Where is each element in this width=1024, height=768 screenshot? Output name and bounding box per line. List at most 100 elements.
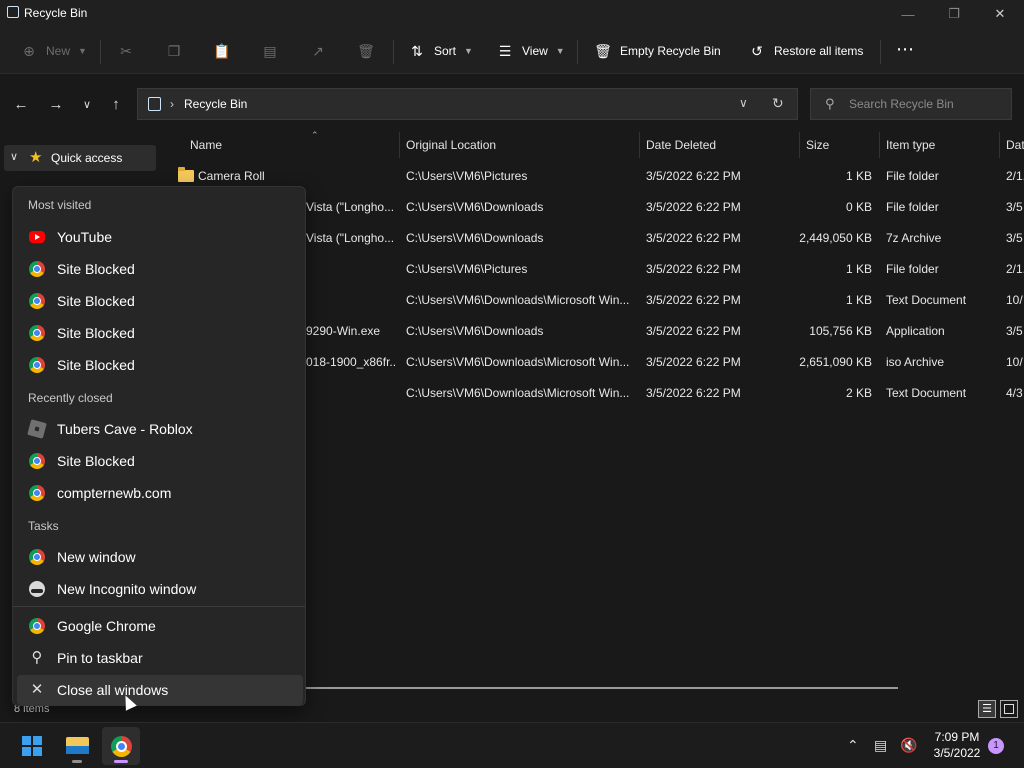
chevron-down-icon[interactable]: ∨ — [10, 150, 18, 163]
tiles-view-button[interactable] — [1000, 700, 1018, 718]
jumplist-pin-to-taskbar[interactable]: ⚲ Pin to taskbar — [17, 643, 303, 673]
recent-locations-button[interactable]: ∨ — [77, 94, 97, 114]
paste-button[interactable]: 📋 — [213, 40, 231, 62]
cut-button[interactable]: ✂ — [117, 40, 135, 62]
chrome-icon — [111, 736, 132, 757]
column-header-item-type[interactable]: Item type — [880, 132, 1000, 158]
share-icon: ↗ — [312, 42, 324, 59]
close-icon: ✕ — [30, 681, 44, 698]
trash-icon: 🗑 — [357, 42, 375, 59]
view-list-icon: ☰ — [498, 42, 512, 59]
file-explorer-icon — [66, 737, 89, 754]
horizontal-scrollbar[interactable] — [306, 687, 898, 689]
running-indicator — [72, 760, 82, 763]
column-header-original-location[interactable]: Original Location — [400, 132, 640, 158]
jumplist-item[interactable]: YouTube — [17, 222, 303, 252]
restore-all-button[interactable]: ↺ Restore all items — [748, 40, 863, 62]
minimize-button[interactable]: — — [885, 0, 931, 28]
arrow-right-icon: → — [48, 95, 64, 113]
more-options-button[interactable]: ⋯ — [896, 38, 914, 60]
new-button[interactable]: ⊕ New ▼ — [20, 40, 87, 62]
jumplist-item[interactable]: compternewb.com — [17, 478, 303, 508]
ellipsis-icon: ⋯ — [896, 38, 914, 59]
jumplist-item[interactable]: New Incognito window — [17, 574, 303, 604]
refresh-icon[interactable]: ↻ — [772, 95, 784, 112]
search-input[interactable] — [849, 94, 1005, 114]
jumplist-item[interactable]: Site Blocked — [17, 318, 303, 348]
chevron-down-icon: ▼ — [464, 46, 473, 56]
chrome-icon — [29, 261, 45, 277]
jumplist-item[interactable]: New window — [17, 542, 303, 572]
sidebar-item-quick-access[interactable]: ∨ ★ Quick access — [4, 145, 156, 171]
jumplist-header-recently-closed: Recently closed — [28, 391, 113, 405]
chrome-icon — [29, 549, 45, 565]
jumplist-close-all-windows[interactable]: ✕ Close all windows — [17, 675, 303, 705]
star-icon: ★ — [29, 149, 43, 166]
column-header-name[interactable]: Name ⌃ — [184, 130, 400, 158]
youtube-icon — [29, 231, 45, 243]
up-button[interactable]: ↑ — [106, 94, 126, 114]
rename-button[interactable]: ▤ — [261, 40, 279, 62]
tiles-view-icon — [1004, 704, 1014, 714]
view-button[interactable]: ☰ View ▼ — [496, 40, 565, 62]
clock-time: 7:09 PM — [934, 730, 980, 744]
clock-date: 3/5/2022 — [933, 746, 981, 760]
address-bar[interactable]: › Recycle Bin ∨ ↻ — [137, 88, 798, 120]
sort-button[interactable]: ⇅ Sort ▼ — [408, 40, 473, 62]
roblox-icon — [27, 419, 47, 439]
chrome-icon — [29, 325, 45, 341]
restore-icon: ↺ — [751, 42, 763, 59]
notification-badge[interactable]: 1 — [988, 738, 1004, 754]
windows-logo-icon — [22, 736, 42, 756]
taskbar-file-explorer[interactable] — [58, 727, 96, 765]
column-header-date-modified[interactable]: Dat — [1000, 132, 1024, 158]
jumplist-item[interactable]: Site Blocked — [17, 446, 303, 476]
trash-icon: 🗑 — [594, 42, 612, 59]
taskbar-clock[interactable]: 7:09 PM 3/5/2022 — [922, 729, 992, 761]
chevron-down-icon: ▼ — [78, 46, 87, 56]
restore-button[interactable]: ❐ — [931, 0, 977, 28]
sort-ascending-icon: ⌃ — [311, 130, 319, 140]
taskbar: ⌃ ▤ 🔇 7:09 PM 3/5/2022 1 — [0, 722, 1024, 768]
search-icon: ⚲ — [825, 96, 835, 111]
arrow-left-icon: ← — [13, 95, 29, 113]
recycle-bin-icon — [148, 97, 161, 111]
copy-button[interactable]: ❐ — [165, 40, 183, 62]
chrome-icon — [29, 357, 45, 373]
forward-button[interactable]: → — [46, 94, 66, 114]
jumplist-divider — [13, 606, 305, 607]
network-icon[interactable]: ▤ — [874, 737, 887, 754]
scissors-icon: ✂ — [120, 42, 132, 59]
details-view-button[interactable]: ☰ — [978, 700, 996, 718]
address-dropdown-icon[interactable]: ∨ — [739, 96, 748, 110]
volume-muted-icon[interactable]: 🔇 — [900, 737, 917, 754]
start-button[interactable] — [13, 727, 51, 765]
show-hidden-icons-chevron-icon[interactable]: ⌃ — [847, 737, 859, 754]
window-title: Recycle Bin — [24, 6, 88, 20]
jumplist-item[interactable]: Tubers Cave - Roblox — [17, 414, 303, 444]
jumplist-open-chrome[interactable]: Google Chrome — [17, 611, 303, 641]
column-header-date-deleted[interactable]: Date Deleted — [640, 132, 800, 158]
sort-icon: ⇅ — [411, 42, 423, 59]
jumplist-item[interactable]: Site Blocked — [17, 254, 303, 284]
divider — [393, 40, 394, 64]
jumplist-item[interactable]: Site Blocked — [17, 286, 303, 316]
back-button[interactable]: ← — [11, 94, 31, 114]
chevron-right-icon: › — [170, 97, 174, 111]
close-button[interactable]: ✕ — [977, 0, 1023, 28]
column-header-size[interactable]: Size — [800, 132, 880, 158]
taskbar-chrome[interactable] — [102, 727, 140, 765]
empty-recycle-bin-button[interactable]: 🗑 Empty Recycle Bin — [594, 40, 721, 62]
incognito-icon — [29, 581, 45, 597]
search-box[interactable]: ⚲ — [810, 88, 1012, 120]
address-path[interactable]: Recycle Bin — [184, 97, 247, 111]
delete-button[interactable]: 🗑 — [357, 40, 375, 62]
divider — [577, 40, 578, 64]
share-button[interactable]: ↗ — [309, 40, 327, 62]
jumplist-item[interactable]: Site Blocked — [17, 350, 303, 380]
paste-icon: 📋 — [213, 42, 231, 59]
chrome-icon — [29, 293, 45, 309]
chrome-icon — [29, 618, 45, 634]
recycle-bin-icon — [7, 6, 19, 18]
divider — [100, 40, 101, 64]
